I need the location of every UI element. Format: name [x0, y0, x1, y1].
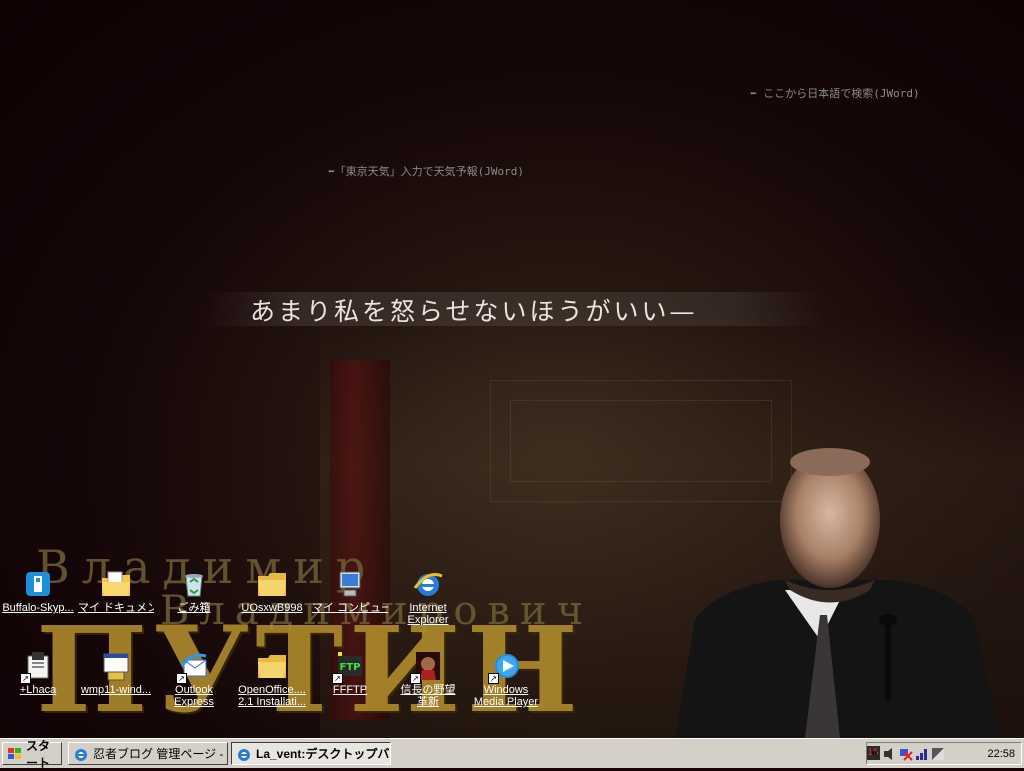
my-computer-icon: [334, 568, 366, 600]
start-label: スタート: [26, 738, 51, 770]
recycle-bin-icon: [178, 568, 210, 600]
desktop-icon-internet-explorer[interactable]: Internet Explorer: [390, 568, 466, 626]
wallpaper-portrait: [675, 448, 1000, 738]
ffftp-icon: FTP ↗: [332, 650, 366, 684]
folder-icon: [256, 650, 288, 682]
app-tray-icon[interactable]: [931, 747, 945, 761]
desktop-icon-buffalo-skype[interactable]: Buffalo-Skyp...: [0, 568, 76, 614]
folder-icon: [256, 568, 288, 600]
buffalo-skype-icon: [22, 568, 54, 600]
volume-icon[interactable]: [883, 747, 897, 761]
shortcut-arrow-icon: ↗: [176, 673, 187, 684]
clock[interactable]: 22:58: [987, 748, 1015, 760]
taskbar-button-label: La_vent:デスクトップバ...: [256, 747, 391, 761]
desktop-icon-ffftp[interactable]: FTP ↗ FFFTP: [312, 650, 388, 696]
installer-icon: [100, 650, 132, 682]
tray-chevron-button[interactable]: «: [871, 746, 878, 760]
taskbar-button-ninja-blog[interactable]: 忍者ブログ 管理ページ - ...: [68, 742, 228, 765]
desktop-icon-uosxwb998[interactable]: UOsxwB998: [234, 568, 310, 614]
desktop[interactable]: ⬅ ここから日本語で検索(JWord) ⬅「東京天気」入力で天気予報(JWord…: [0, 0, 1024, 738]
desktop-icon-recycle-bin[interactable]: ごみ箱: [156, 568, 232, 614]
internet-explorer-icon: [236, 746, 252, 762]
my-documents-icon: [100, 568, 132, 600]
shortcut-arrow-icon: ↗: [20, 673, 31, 684]
system-tray: « 22:58: [866, 742, 1022, 765]
desktop-icon-openoffice-installer[interactable]: OpenOffice.... 2.1 Installati...: [234, 650, 310, 708]
desktop-icon-outlook-express[interactable]: ↗ Outlook Express: [156, 650, 232, 708]
internet-explorer-icon: [412, 568, 444, 600]
internet-explorer-icon: [73, 746, 89, 762]
taskbar: スタート 忍者ブログ 管理ページ - ... La_vent:デスクトップバ..…: [0, 738, 1024, 770]
desktop-icon-windows-media-player[interactable]: ↗ Windows Media Player: [468, 650, 544, 708]
lhaca-icon: ↗: [20, 650, 54, 684]
shortcut-arrow-icon: ↗: [332, 673, 343, 684]
windows-media-player-icon: ↗: [488, 650, 522, 684]
signal-bars-icon[interactable]: [915, 747, 929, 761]
network-disconnected-icon[interactable]: [899, 747, 913, 761]
desktop-icon-lhaca[interactable]: ↗ +Lhaca: [0, 650, 76, 696]
nobunaga-game-icon: ↗: [410, 650, 444, 684]
jword-search-hint: ⬅ ここから日本語で検索(JWord): [750, 87, 920, 100]
desktop-icon-wmp11-installer[interactable]: wmp11-wind...: [78, 650, 154, 696]
windows-flag-icon: [7, 747, 23, 761]
shortcut-arrow-icon: ↗: [488, 673, 499, 684]
desktop-icon-nobunaga-kakushin[interactable]: ↗ 信長の野望 革新: [390, 650, 466, 708]
shortcut-arrow-icon: ↗: [410, 673, 421, 684]
taskbar-button-la-vent[interactable]: La_vent:デスクトップバ...: [231, 742, 391, 765]
start-button[interactable]: スタート: [2, 739, 62, 770]
outlook-express-icon: ↗: [176, 650, 210, 684]
wallpaper-quote: あまり私を怒らせないほうがいい—: [250, 297, 698, 326]
svg-text:FTP: FTP: [340, 662, 361, 673]
jword-weather-hint: ⬅「東京天気」入力で天気予報(JWord): [328, 165, 524, 178]
taskbar-button-label: 忍者ブログ 管理ページ - ...: [93, 747, 228, 761]
desktop-icon-my-computer[interactable]: マイ コンピュータ: [312, 568, 388, 614]
desktop-icon-my-documents[interactable]: マイ ドキュメント: [78, 568, 154, 614]
